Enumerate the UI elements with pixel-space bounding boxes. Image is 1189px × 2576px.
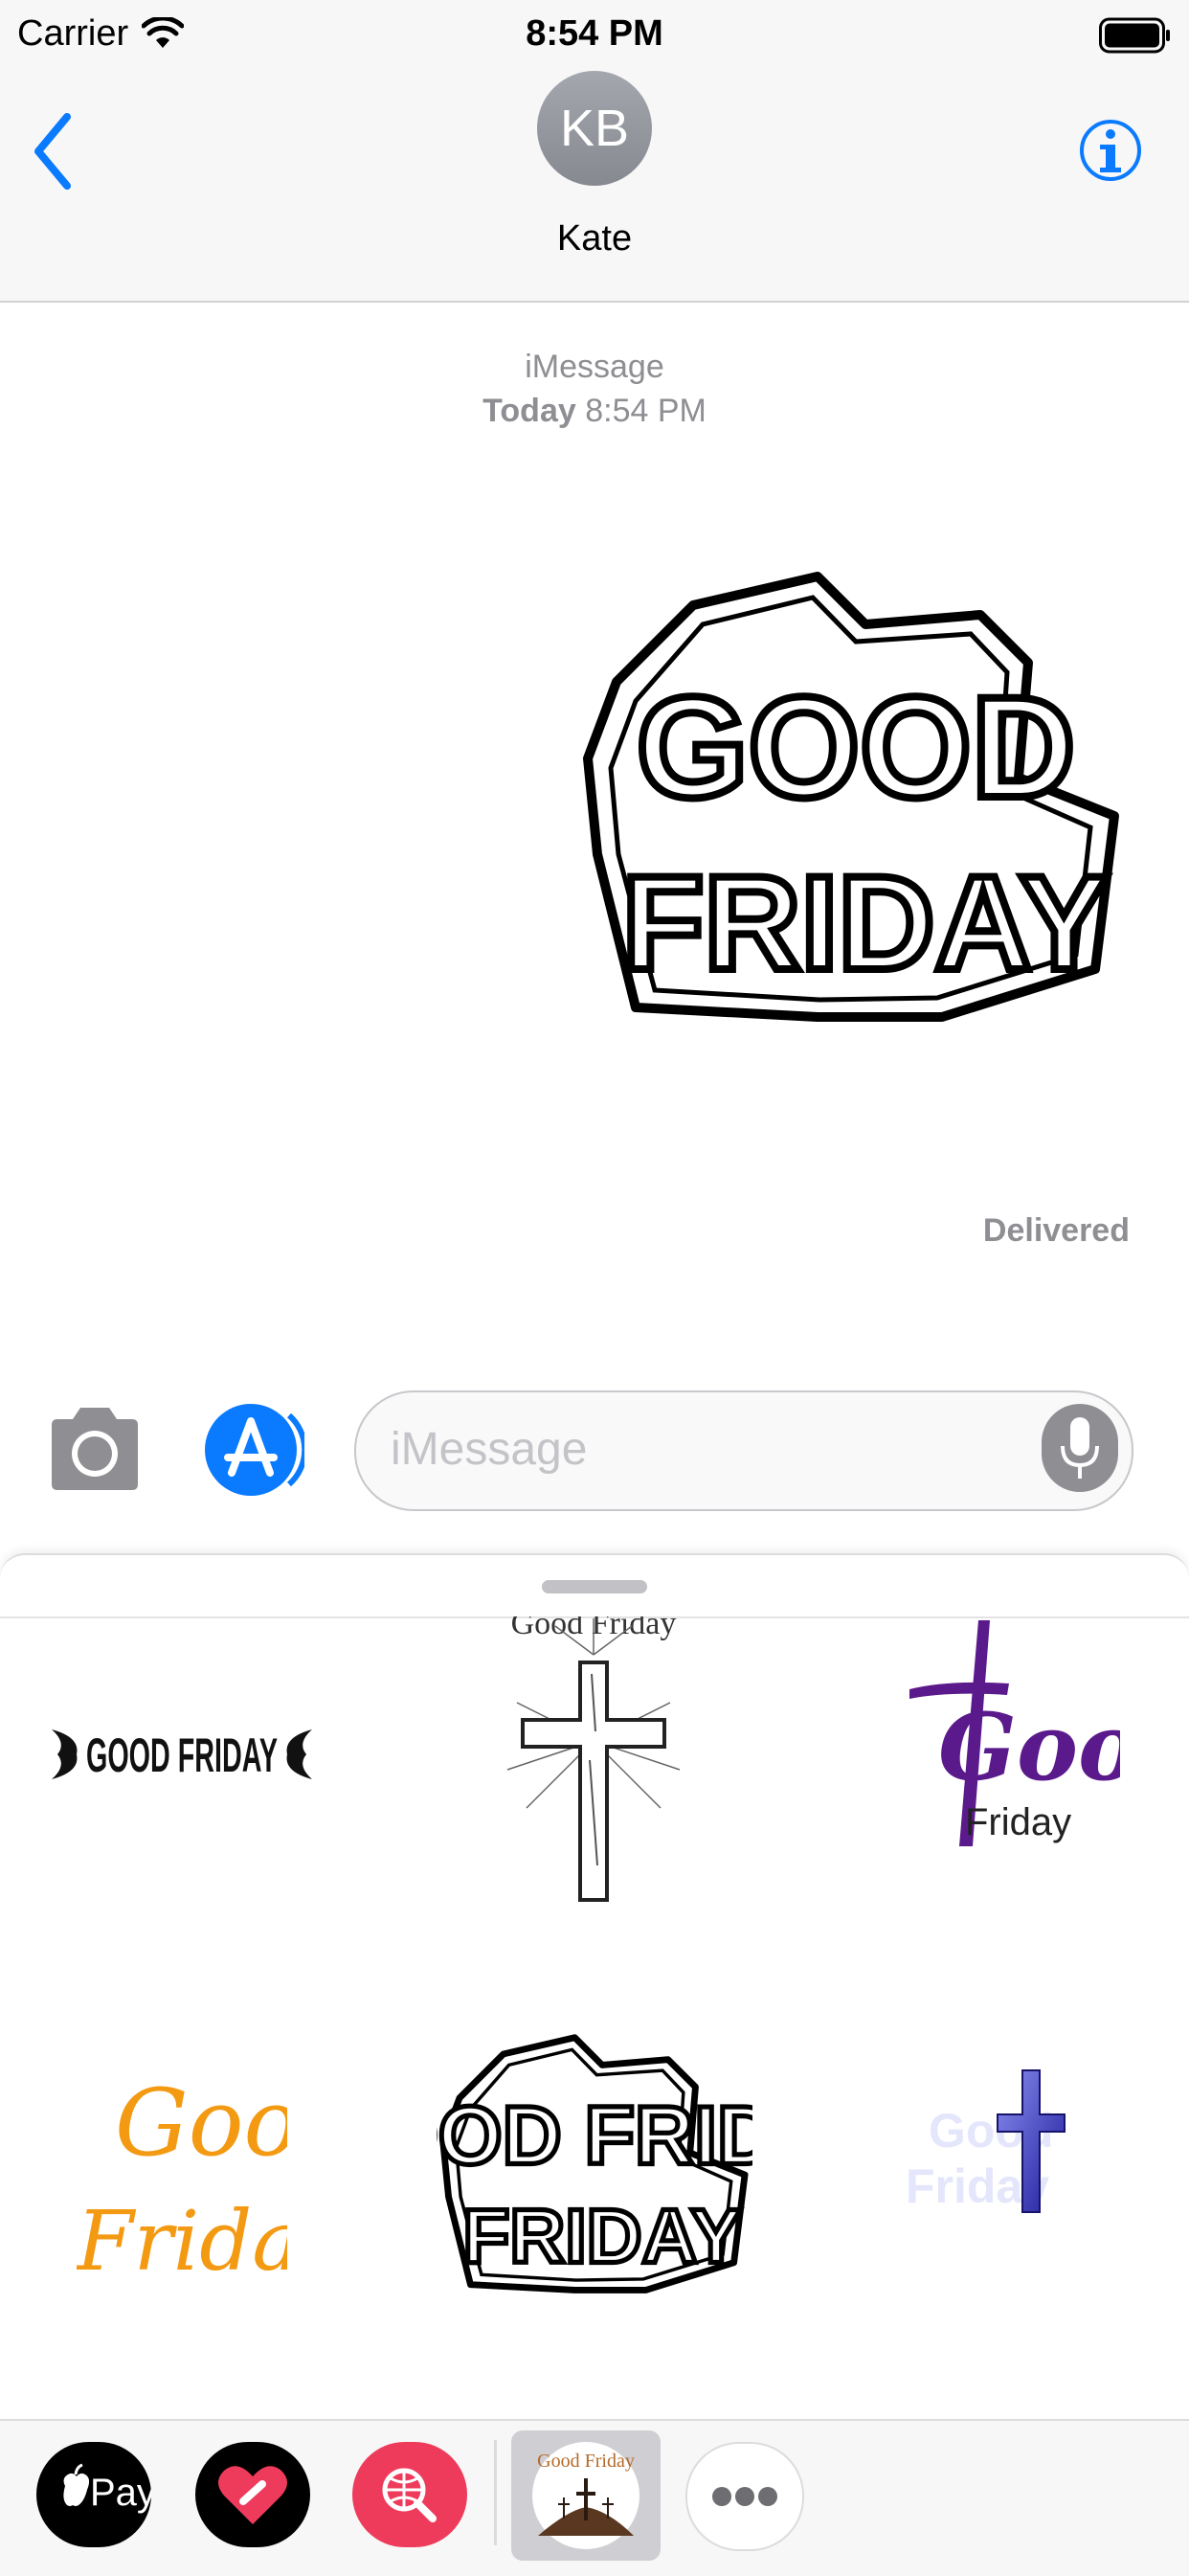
dictation-button[interactable] — [1042, 1404, 1118, 1492]
more-icon — [712, 2487, 777, 2506]
apple-pay-label: Pay — [90, 2472, 151, 2514]
sent-sticker[interactable]: GOOD FRIDAY — [578, 567, 1126, 1038]
contact-avatar[interactable]: KB — [537, 71, 652, 186]
sticker-5-text: GOOD FRIDAY — [437, 2090, 752, 2182]
sticker-1-art: GOOD FRIDAY — [52, 1729, 312, 1782]
message-timestamp: Today 8:54 PM — [0, 393, 1189, 430]
heart-icon — [218, 2466, 287, 2524]
microphone-icon — [1061, 1417, 1099, 1479]
sent-sticker-good: GOOD — [637, 667, 1075, 827]
battery-icon — [1099, 17, 1170, 54]
avatar-initials: KB — [559, 100, 630, 157]
sticker-1-text: GOOD FRIDAY — [86, 1729, 278, 1782]
more-apps-button[interactable] — [685, 2442, 804, 2551]
sticker-blue-cross[interactable]: Good Friday — [900, 2059, 1110, 2250]
status-time: 8:54 PM — [526, 13, 663, 54]
globe-search-icon — [382, 2468, 437, 2522]
dock-divider — [494, 2440, 497, 2545]
camera-icon[interactable] — [44, 1404, 146, 1492]
sticker-4-art: Good Friday — [75, 2069, 358, 2290]
apple-pay-button[interactable]: Pay — [36, 2442, 156, 2547]
sticker-3-text-bottom: Friday — [965, 1801, 1071, 1843]
sticker-good-friday-banner[interactable]: GOOD FRIDAY — [38, 1695, 325, 1810]
app-store-icon[interactable] — [201, 1404, 304, 1496]
contact-name[interactable]: Kate — [0, 218, 1189, 260]
sticker-3-text-top: Good — [938, 1693, 1120, 1801]
sticker-orange-good-friday[interactable]: Good Friday — [75, 2049, 358, 2298]
back-chevron-icon[interactable] — [31, 111, 75, 192]
timestamp-time: 8:54 PM — [585, 393, 707, 429]
sticker-4-text-bottom: Friday — [77, 2194, 287, 2290]
sticker-radiant-cross[interactable]: Good Friday — [479, 1606, 708, 1915]
sticker-5-art: GOOD FRIDAY FRIDAY — [307, 2034, 886, 2294]
active-app-label: Good Friday — [537, 2451, 635, 2472]
message-input-placeholder: iMessage — [391, 1424, 588, 1475]
digital-touch-button[interactable] — [195, 2442, 310, 2547]
timestamp-day: Today — [482, 393, 576, 429]
drawer-grabber[interactable] — [542, 1580, 647, 1593]
sent-sticker-friday: FRIDAY — [622, 847, 1109, 998]
sticker-3-art: Good Friday — [909, 1620, 1189, 1846]
sticker-6-art: Good Friday — [906, 2069, 1066, 2213]
sticker-purple-good-friday[interactable]: Good Friday — [890, 1616, 1189, 1856]
svg-text:FRIDAY: FRIDAY — [462, 2194, 741, 2280]
good-friday-app-button[interactable]: Good Friday — [511, 2430, 661, 2561]
service-label: iMessage — [525, 349, 664, 385]
apple-pay-icon: Pay — [63, 2463, 156, 2514]
info-icon[interactable] — [1078, 115, 1143, 190]
sticker-4-text-top: Good — [115, 2069, 287, 2177]
delivery-status: Delivered — [982, 1212, 1130, 1249]
sticker-2-art: Good Friday — [506, 1606, 681, 1902]
good-friday-app-icon: Good Friday — [532, 2442, 639, 2549]
sticker-good-friday-outline[interactable]: GOOD FRIDAY FRIDAY — [307, 2032, 886, 2302]
images-search-button[interactable] — [352, 2442, 467, 2547]
